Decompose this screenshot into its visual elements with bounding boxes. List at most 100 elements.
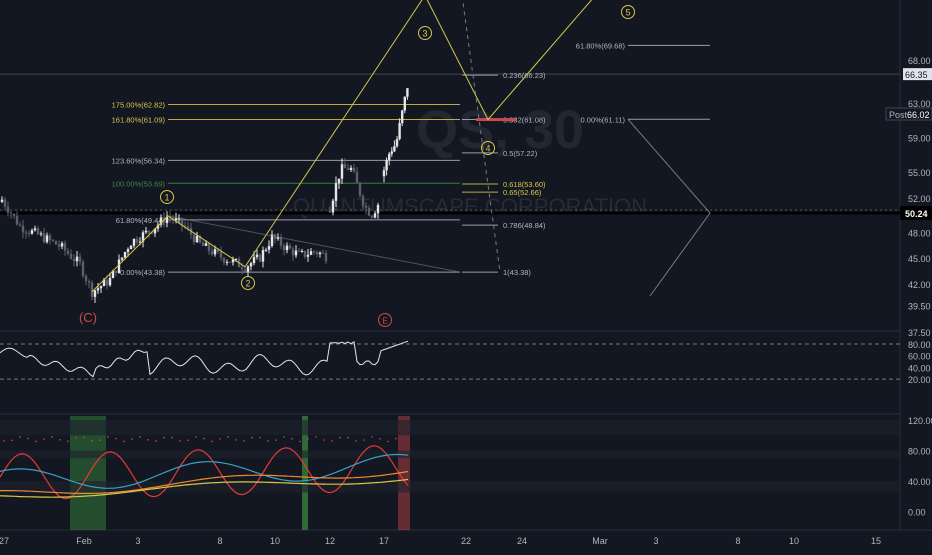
candle-body [226,262,228,263]
indicator-marker [115,438,117,440]
candle-body [25,232,27,233]
candle-body [16,216,18,225]
candle-body [211,251,213,254]
candle-body [145,231,147,233]
time-axis-tick: 17 [379,536,389,546]
candle-body [214,249,216,254]
post-label: Post [889,110,908,120]
indicator-marker [83,437,85,439]
candle-body [61,243,63,246]
candle-body [322,253,324,254]
time-axis-tick: 22 [461,536,471,546]
candle-body [43,233,45,242]
candle-body [91,282,93,296]
indicator-marker [3,440,5,442]
indicator-axis-tick: 120.00 [908,416,932,426]
candle-body [362,196,364,206]
price-axis-tick: 39.50 [908,302,931,312]
candle-body [406,88,408,97]
indicator-marker [11,440,13,442]
chart-svg[interactable]: QS, 30QUANTUMSCAPE CORPORATION84.0076.00… [0,0,932,550]
candle-body [368,208,370,216]
time-axis-tick: 8 [217,536,222,546]
indicator-marker [139,436,141,438]
indicator-marker [203,438,205,440]
indicator-marker [299,441,301,443]
indicator-marker [235,439,237,441]
candle-body [223,258,225,263]
indicator-marker [211,441,213,443]
indicator-marker [291,438,293,440]
candle-body [341,164,343,178]
last-price-label: 66.35 [905,70,928,80]
time-axis-tick: 15 [871,536,881,546]
indicator-marker [43,438,45,440]
wave-label: 3 [422,29,427,39]
indicator-marker [267,440,269,442]
indicator-marker [171,437,173,439]
candle-body [88,281,90,282]
time-axis-tick: Feb [76,536,92,546]
candle-body [124,252,126,258]
time-axis-tick: 10 [789,536,799,546]
indicator-marker [275,439,277,441]
candle-body [4,200,6,207]
watermark-symbol: QS, 30 [416,100,584,160]
indicator-marker [99,439,101,441]
candle-body [353,168,355,172]
candle-body [377,205,379,213]
candle-body [280,237,282,246]
indicator-marker [51,436,53,438]
time-axis-tick: 3 [653,536,658,546]
candle-body [247,266,249,271]
candle-body [241,267,243,269]
candle-body [13,214,15,216]
candle-body [398,123,400,139]
indicator-marker [347,437,349,439]
candle-body [7,207,9,213]
candle-body [371,216,373,218]
price-axis-tick: 68.00 [908,56,931,66]
indicator-marker [379,438,381,440]
candle-body [319,253,321,254]
candle-body [40,233,42,234]
indicator-axis-tick: 40.00 [908,477,931,487]
candle-body [22,226,24,233]
candle-body [79,257,81,262]
indicator-marker [371,436,373,438]
candle-body [383,170,385,176]
fib-level-label: 123.60%(56.34) [112,156,166,165]
wave-label: 5 [625,8,630,18]
candle-body [374,213,376,217]
candle-body [220,252,222,258]
candle-body [391,151,393,153]
indicator-marker [91,440,93,442]
candle-body [97,288,99,290]
candle-body [196,236,198,242]
candle-body [253,257,255,263]
price-axis-tick: 59.00 [908,133,931,143]
indicator-marker [251,437,253,439]
candle-body [289,246,291,249]
candle-body [187,227,189,228]
indicator-marker [219,438,221,440]
indicator-marker [395,438,397,440]
wave-label: 2 [245,279,250,289]
candle-body [121,258,123,260]
candle-body [109,278,111,285]
candle-body [34,228,36,230]
chart-root: QS, 30QUANTUMSCAPE CORPORATION84.0076.00… [0,0,932,550]
indicator-marker [227,436,229,438]
candle-body [365,206,367,208]
candle-body [401,110,403,123]
indicator-marker [163,437,165,439]
candle-body [64,243,66,250]
candle-body [310,251,312,255]
candle-body [244,269,246,271]
osc-axis-tick: 40.00 [908,363,931,373]
fib-level-label: 0.5(57.22) [503,149,538,158]
candle-body [127,249,129,252]
price-axis-tick: 55.00 [908,168,931,178]
price-axis-tick: 45.00 [908,254,931,264]
candle-body [332,201,334,213]
